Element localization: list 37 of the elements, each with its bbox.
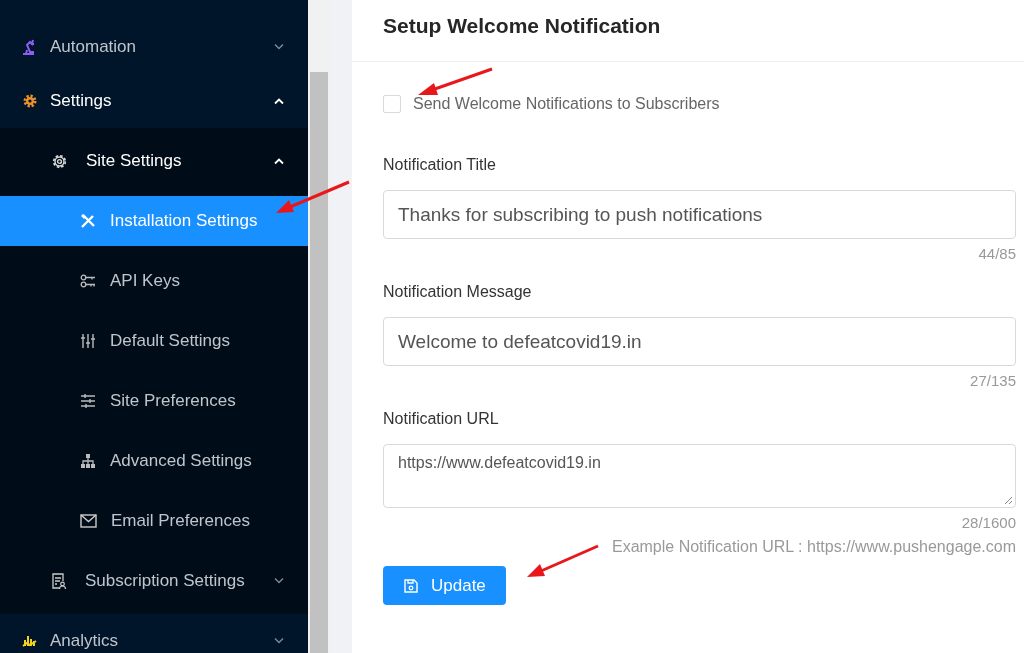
input-field[interactable]: Thanks for subscribing to push notifications — [383, 190, 1016, 239]
scrollbar[interactable] — [308, 0, 330, 653]
tools-icon — [80, 213, 96, 229]
key-icon — [80, 273, 96, 289]
sitemap-icon — [80, 453, 96, 469]
sliders-icon — [80, 333, 96, 349]
character-counter: 44/85 — [977, 245, 1016, 264]
sliders-icon — [80, 393, 96, 409]
settings-icon — [51, 152, 68, 170]
field-label: Notification Title — [383, 156, 497, 175]
menu-item[interactable]: Site Preferences — [0, 376, 308, 426]
gear-icon — [22, 93, 38, 109]
chart-icon — [22, 633, 38, 649]
sidebar-item[interactable]: Automation — [0, 20, 308, 74]
input-field[interactable]: Welcome to defeatcovid19.in — [383, 317, 1016, 366]
checkbox-label: Send Welcome Notifications to Subscribers — [413, 95, 720, 113]
save-icon — [403, 577, 419, 594]
character-counter: 27/135 — [969, 372, 1016, 391]
mail-icon — [80, 514, 97, 528]
card-title: Setup Welcome Notification — [352, 0, 1024, 62]
checkbox[interactable] — [383, 95, 401, 113]
menu-item[interactable]: Default Settings — [0, 316, 308, 366]
textarea-field[interactable]: https://www.defeatcovid19.in — [383, 444, 1016, 508]
character-counter: 28/1600 — [960, 514, 1016, 533]
field-label: Notification URL — [383, 410, 500, 429]
document-user-icon — [51, 572, 67, 590]
sidebar-item[interactable]: Analytics — [0, 614, 308, 653]
field-label: Notification Message — [383, 283, 533, 302]
menu-item[interactable]: Email Preferences — [0, 496, 308, 546]
menu-item[interactable]: API Keys — [0, 256, 308, 306]
sidebar-item[interactable]: Settings — [0, 74, 308, 128]
resize-handle-icon[interactable] — [1004, 496, 1013, 505]
submenu-item[interactable]: Subscription Settings — [0, 551, 308, 611]
submenu-item[interactable]: Site Settings — [0, 131, 308, 191]
menu-item[interactable]: Advanced Settings — [0, 436, 308, 486]
hint-text: Example Notification URL : https://www.pushengage.com — [610, 538, 1016, 556]
annotation-arrow — [527, 544, 599, 577]
